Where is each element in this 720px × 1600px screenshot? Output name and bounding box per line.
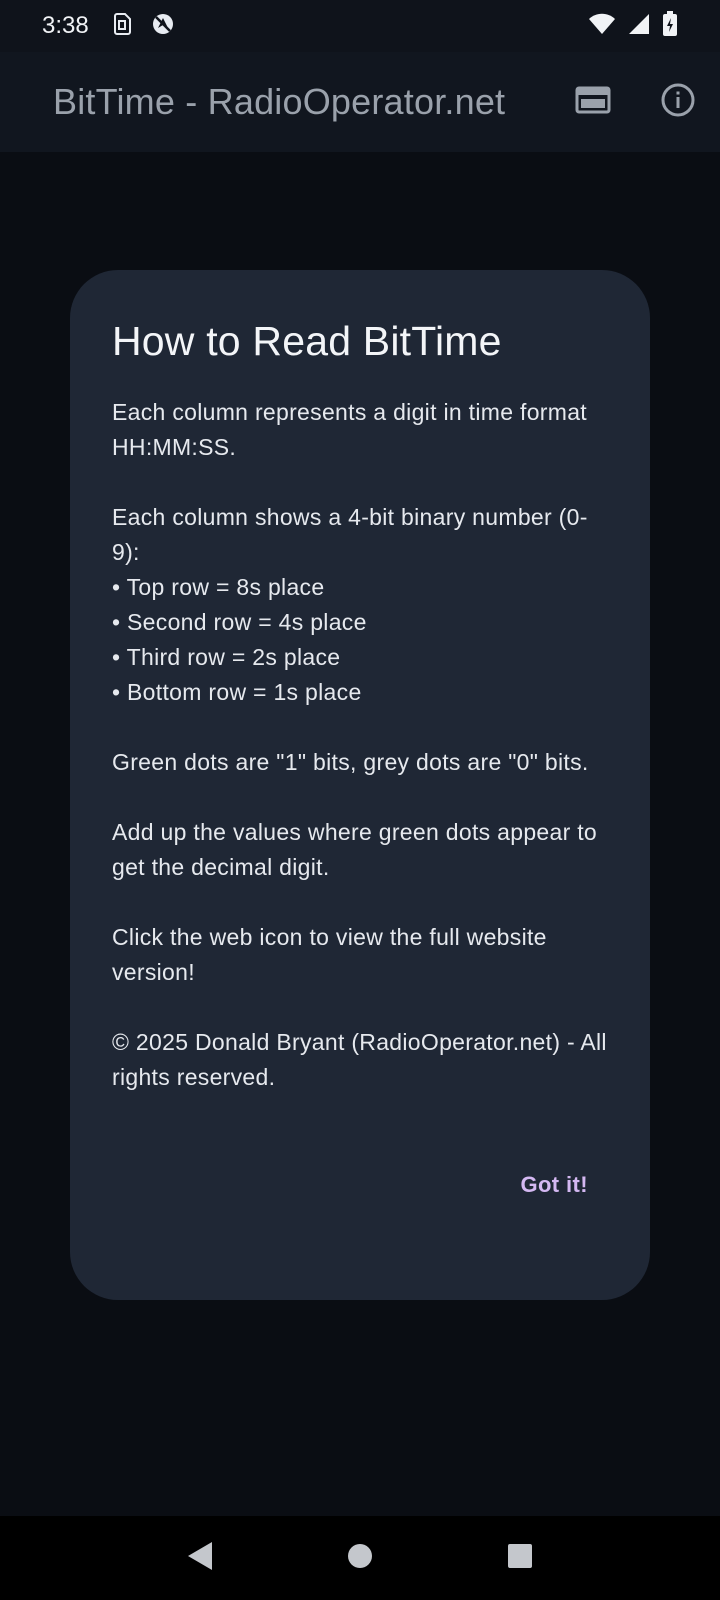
status-time: 3:38 (42, 12, 89, 39)
recents-button[interactable] (490, 1528, 550, 1588)
got-it-button[interactable]: Got it! (520, 1172, 588, 1198)
signal-icon (628, 13, 650, 40)
no-location-icon (151, 12, 175, 41)
list-item: • Top row = 8s place (112, 574, 325, 600)
status-right-icons (588, 10, 678, 42)
back-icon (185, 1540, 215, 1577)
dialog-title: How to Read BitTime (112, 318, 502, 364)
dialog-paragraph-dots: Green dots are "1" bits, grey dots are "… (112, 749, 589, 775)
battery-charging-icon (662, 10, 678, 42)
list-item: • Second row = 4s place (112, 609, 367, 635)
wifi-icon (588, 13, 616, 40)
dialog-paragraph-sum: Add up the values where green dots appea… (112, 819, 598, 880)
status-bar: 3:38 (0, 0, 720, 52)
list-item: • Bottom row = 1s place (112, 679, 362, 705)
app-title: BitTime - RadioOperator.net (53, 81, 506, 122)
home-icon (346, 1542, 374, 1575)
web-icon (575, 85, 611, 120)
info-icon (660, 82, 696, 123)
dialog-paragraph-web: Click the web icon to view the full webs… (112, 924, 547, 985)
navigation-bar (0, 1516, 720, 1600)
sim-card-icon (111, 12, 133, 41)
status-left-icons (111, 12, 175, 41)
bit-place-list: • Top row = 8s place • Second row = 4s p… (112, 570, 608, 710)
dialog-paragraph-copyright: © 2025 Donald Bryant (RadioOperator.net)… (112, 1029, 607, 1090)
dialog-paragraph-columns: Each column represents a digit in time f… (112, 399, 587, 460)
web-view-button[interactable] (565, 74, 621, 130)
info-button[interactable] (650, 74, 706, 130)
back-button[interactable] (170, 1528, 230, 1588)
list-item: • Third row = 2s place (112, 644, 341, 670)
screen: 3:38 BitTime - RadioOperator.net How to … (0, 0, 720, 1600)
home-button[interactable] (330, 1528, 390, 1588)
recents-icon (506, 1542, 534, 1575)
dialog-paragraph-bits: Each column shows a 4-bit binary number … (112, 504, 588, 565)
dialog-body: Each column represents a digit in time f… (112, 395, 608, 1095)
help-dialog: How to Read BitTime Each column represen… (70, 270, 650, 1300)
app-bar: BitTime - RadioOperator.net (0, 52, 720, 152)
